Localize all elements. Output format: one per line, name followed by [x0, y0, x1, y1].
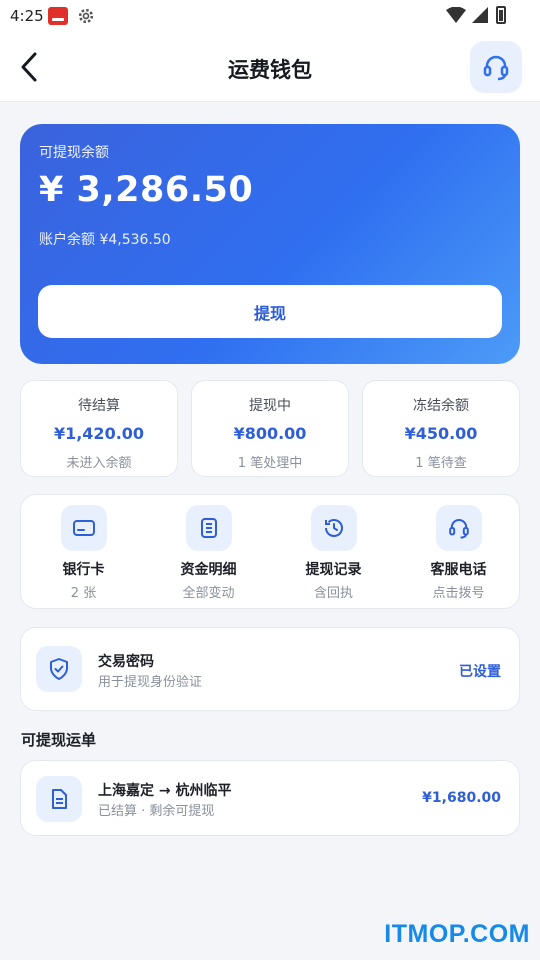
stat-label: 待结算	[78, 398, 120, 414]
stat-value: ¥800.00	[233, 424, 307, 443]
withdrawable-amount: ¥ 3,286.50	[39, 170, 254, 210]
order-status: 已结算 · 剩余可提现	[98, 804, 215, 819]
shortcut-service-phone[interactable]: 客服电话 点击拨号	[396, 505, 521, 601]
battery-icon	[496, 6, 506, 24]
customer-service-button[interactable]	[470, 41, 522, 93]
shortcut-label: 提现记录	[305, 562, 362, 578]
stat-note: 未进入余额	[66, 456, 132, 471]
wifi-icon	[446, 7, 466, 23]
account-balance-text: 账户余额 ¥4,536.50	[39, 232, 171, 248]
top-bar: 运费钱包	[0, 32, 540, 102]
status-time: 4:25	[10, 7, 44, 25]
order-amount: ¥1,680.00	[422, 790, 501, 806]
watermark-logo: ITMOP.COM	[384, 920, 530, 948]
page-title: 运费钱包	[228, 58, 312, 82]
shortcut-sub: 点击拨号	[432, 586, 485, 601]
section-title: 可提现运单	[21, 731, 97, 749]
shortcut-fund-details[interactable]: 资金明细 全部变动	[146, 505, 271, 601]
stat-value: ¥450.00	[404, 424, 478, 443]
history-icon	[324, 519, 343, 537]
balance-card: 可提现余额 ¥ 3,286.50 账户余额 ¥4,536.50 提现	[20, 124, 520, 364]
stat-note: 1 笔处理中	[237, 456, 303, 471]
system-indicators	[446, 7, 488, 23]
shortcut-withdraw-records[interactable]: 提现记录 含回执	[271, 505, 396, 601]
shortcut-label: 资金明细	[180, 562, 237, 578]
shortcut-sub: 含回执	[313, 586, 353, 601]
headset-icon	[483, 55, 509, 81]
shortcut-bank-card[interactable]: 银行卡 2 张	[21, 505, 146, 601]
shortcut-sub: 2 张	[70, 586, 97, 601]
status-bar: 4:25	[0, 0, 540, 32]
password-status[interactable]: 已设置	[459, 661, 501, 681]
shortcut-panel: 银行卡 2 张 资金明细 全部变动 提现记录 含回执 客服电话 点击拨号	[20, 494, 520, 609]
stat-pending-settlement[interactable]: 待结算 ¥1,420.00 未进入余额	[20, 380, 178, 477]
document-icon	[52, 789, 67, 809]
stat-label: 冻结余额	[413, 398, 469, 414]
withdrawable-label: 可提现余额	[39, 145, 109, 161]
signal-icon	[472, 7, 488, 23]
password-sub: 用于提现身份验证	[98, 675, 203, 690]
withdraw-button[interactable]: 提现	[38, 285, 502, 338]
stat-label: 提现中	[249, 398, 291, 414]
document-list-icon	[200, 518, 217, 538]
transaction-password-row[interactable]: 交易密码 用于提现身份验证 已设置	[20, 627, 520, 711]
stat-value: ¥1,420.00	[53, 424, 145, 443]
stat-frozen-balance[interactable]: 冻结余额 ¥450.00 1 笔待查	[362, 380, 520, 477]
headset-icon	[448, 519, 469, 539]
password-title: 交易密码	[98, 654, 154, 670]
shortcut-label: 银行卡	[62, 562, 105, 578]
order-route: 上海嘉定 → 杭州临平	[98, 783, 232, 799]
gear-icon	[78, 8, 94, 24]
shortcut-sub: 全部变动	[182, 586, 235, 601]
order-list-item[interactable]: 上海嘉定 → 杭州临平 已结算 · 剩余可提现 ¥1,680.00	[20, 760, 520, 836]
shield-check-icon	[50, 658, 68, 680]
stat-withdrawing[interactable]: 提现中 ¥800.00 1 笔处理中	[191, 380, 349, 477]
credit-card-icon	[72, 520, 95, 536]
app-notification-icon	[48, 7, 68, 25]
stat-note: 1 笔待查	[415, 456, 467, 471]
shortcut-label: 客服电话	[430, 562, 487, 578]
